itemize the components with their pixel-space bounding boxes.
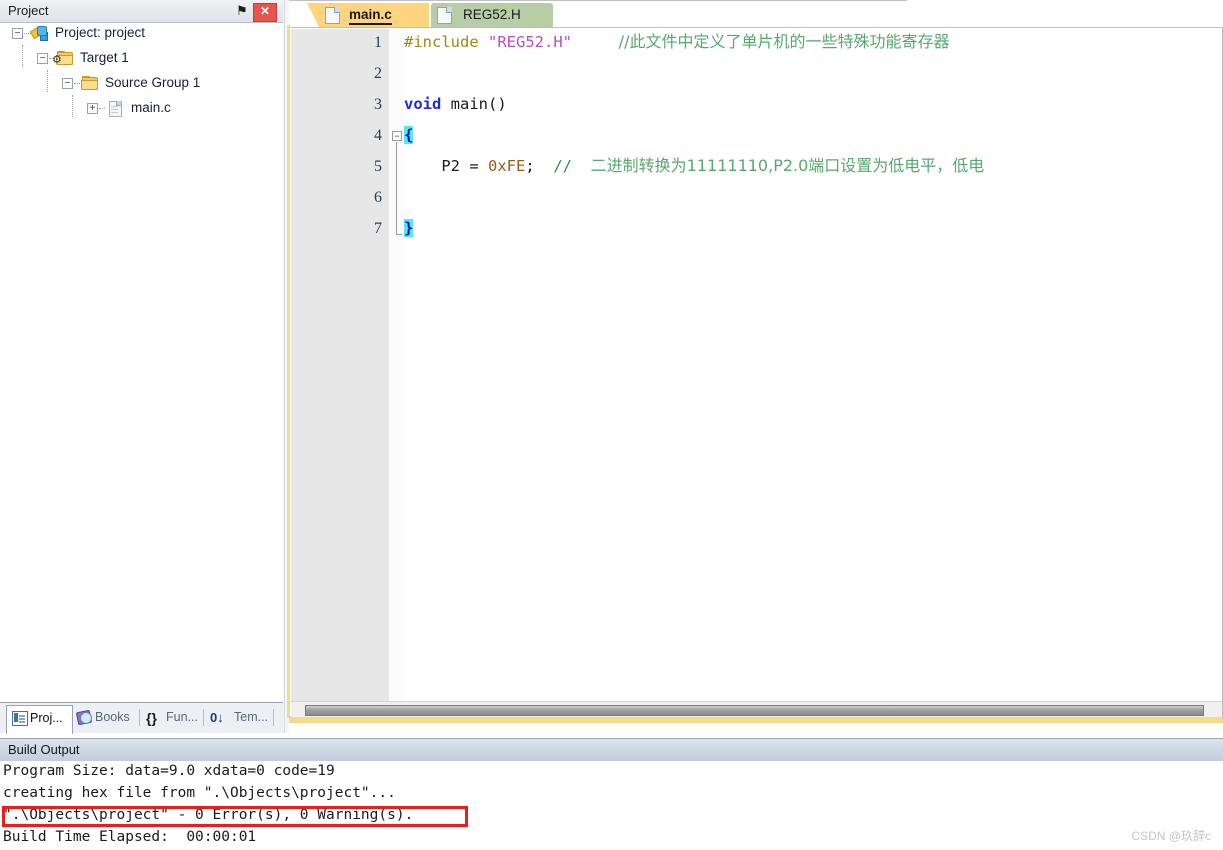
code-text[interactable]: #include "REG52.H" //此文件中定义了单片机的一些特殊功能寄存… bbox=[404, 29, 1222, 701]
templates-icon: 0↓ bbox=[210, 710, 224, 725]
function-name: main() bbox=[441, 95, 507, 113]
code-line-4: { bbox=[404, 124, 414, 146]
panel-tab-project[interactable]: Proj... bbox=[6, 705, 73, 734]
code-line-5: P2 = 0xFE; // 二进制转换为11111110,P2.0端口设置为低电… bbox=[404, 155, 984, 177]
keil-uvision-window: Project ⚑ ✕ − Project: project − ⚙ Targe… bbox=[0, 0, 1223, 850]
tree-item-label: main.c bbox=[131, 100, 171, 115]
line-number: 1 bbox=[374, 34, 382, 51]
preprocessor-directive: #include bbox=[404, 33, 479, 51]
line-number: 3 bbox=[374, 96, 382, 113]
panel-tab-templates[interactable]: 0↓ Tem... bbox=[208, 705, 276, 731]
tree-item-label: Project: project bbox=[55, 25, 146, 40]
project-icon bbox=[29, 25, 48, 41]
fold-range-end bbox=[396, 234, 402, 235]
build-output-panel: Build Output Program Size: data=9.0 xdat… bbox=[0, 738, 1223, 850]
project-tree[interactable]: − Project: project − ⚙ Target 1 − Source… bbox=[0, 23, 283, 702]
panel-tab-label: Books bbox=[95, 710, 130, 724]
build-output-line: Build Time Elapsed: 00:00:01 bbox=[3, 829, 257, 845]
build-output-body[interactable]: Program Size: data=9.0 xdata=0 code=19 c… bbox=[0, 761, 1223, 850]
watermark: CSDN @玖辞c bbox=[1131, 829, 1211, 843]
build-output-header: Build Output bbox=[0, 738, 1223, 762]
code-folding-margin[interactable]: − bbox=[389, 29, 404, 701]
project-panel-title: Project bbox=[8, 3, 49, 18]
project-panel-header: Project ⚑ ✕ bbox=[0, 0, 283, 23]
semicolon: ; bbox=[525, 157, 535, 175]
fold-range-line bbox=[396, 142, 397, 234]
editor-tab-label: REG52.H bbox=[463, 7, 521, 22]
editor-area: main.c REG52.H 1 2 3 4 5 6 7 − #include … bbox=[287, 0, 1223, 733]
editor-horizontal-scrollbar[interactable] bbox=[291, 701, 1222, 717]
tree-connector bbox=[47, 70, 48, 92]
fold-toggle-icon[interactable]: − bbox=[392, 131, 402, 141]
build-output-line: Program Size: data=9.0 xdata=0 code=19 bbox=[3, 763, 335, 779]
comment-slashes: // bbox=[553, 157, 591, 175]
c-file-icon bbox=[325, 7, 340, 24]
build-output-title: Build Output bbox=[8, 742, 80, 757]
project-panel-tabstrip: Proj... Books {} Fun... 0↓ Tem... bbox=[0, 702, 283, 734]
include-path-string: "REG52.H" bbox=[488, 33, 572, 51]
braces-icon: {} bbox=[146, 710, 157, 726]
panel-tab-label: Fun... bbox=[166, 710, 198, 724]
line-number: 2 bbox=[374, 65, 382, 82]
line-number: 7 bbox=[374, 220, 382, 237]
line-number: 4 bbox=[374, 127, 382, 144]
tree-connector bbox=[74, 83, 80, 84]
project-panel: Project ⚑ ✕ − Project: project − ⚙ Targe… bbox=[0, 0, 283, 734]
line-number: 5 bbox=[374, 158, 382, 175]
tree-expander[interactable]: − bbox=[37, 53, 48, 64]
tree-expander[interactable]: − bbox=[62, 78, 73, 89]
tree-connector bbox=[22, 45, 23, 67]
open-brace: { bbox=[404, 126, 414, 144]
editor-tab-main-c[interactable]: main.c bbox=[307, 3, 429, 27]
build-output-line: ".\Objects\project" - 0 Error(s), 0 Warn… bbox=[3, 807, 414, 823]
editor-tab-reg52-h[interactable]: REG52.H bbox=[431, 3, 553, 27]
hex-literal: 0xFE bbox=[488, 157, 526, 175]
panel-tab-label: Proj... bbox=[30, 711, 63, 725]
code-line-1: #include "REG52.H" //此文件中定义了单片机的一些特殊功能寄存… bbox=[404, 31, 949, 53]
assignment-lhs: P2 = bbox=[441, 157, 488, 175]
tree-expander[interactable]: + bbox=[87, 103, 98, 114]
build-output-line: creating hex file from ".\Objects\projec… bbox=[3, 785, 396, 801]
scrollbar-thumb[interactable] bbox=[305, 705, 1204, 716]
editor-accent-bar bbox=[287, 25, 290, 718]
editor-bottom-accent bbox=[289, 717, 1223, 723]
panel-tab-functions[interactable]: {} Fun... bbox=[144, 705, 206, 731]
code-editor[interactable]: 1 2 3 4 5 6 7 − #include "REG52.H" //此文件… bbox=[287, 25, 1223, 718]
close-brace: } bbox=[404, 219, 414, 237]
code-line-7: } bbox=[404, 217, 414, 239]
tree-item-label: Source Group 1 bbox=[105, 75, 201, 90]
type-keyword: void bbox=[404, 95, 442, 113]
target-folder-icon: ⚙ bbox=[52, 51, 73, 66]
code-line-3: void main() bbox=[404, 93, 507, 115]
tree-connector bbox=[72, 95, 73, 117]
close-icon[interactable]: ✕ bbox=[253, 3, 277, 22]
line-comment: //此文件中定义了单片机的一些特殊功能寄存器 bbox=[618, 32, 950, 51]
tree-item-label: Target 1 bbox=[80, 50, 129, 65]
line-comment: 二进制转换为11111110,P2.0端口设置为低电平，低电 bbox=[590, 156, 985, 175]
project-window-icon bbox=[12, 711, 28, 726]
line-number-gutter: 1 2 3 4 5 6 7 bbox=[291, 29, 389, 701]
line-number: 6 bbox=[374, 189, 382, 206]
tree-connector bbox=[99, 108, 105, 109]
editor-tabstrip: main.c REG52.H bbox=[289, 0, 1223, 27]
books-icon bbox=[75, 709, 93, 726]
editor-tab-label: main.c bbox=[349, 7, 392, 25]
tree-expander[interactable]: − bbox=[12, 28, 23, 39]
h-file-icon bbox=[437, 7, 452, 24]
folder-icon bbox=[81, 76, 98, 91]
pin-icon[interactable]: ⚑ bbox=[234, 3, 250, 19]
panel-tab-books[interactable]: Books bbox=[74, 705, 142, 731]
panel-tab-label: Tem... bbox=[234, 710, 269, 724]
c-file-icon bbox=[106, 101, 123, 117]
